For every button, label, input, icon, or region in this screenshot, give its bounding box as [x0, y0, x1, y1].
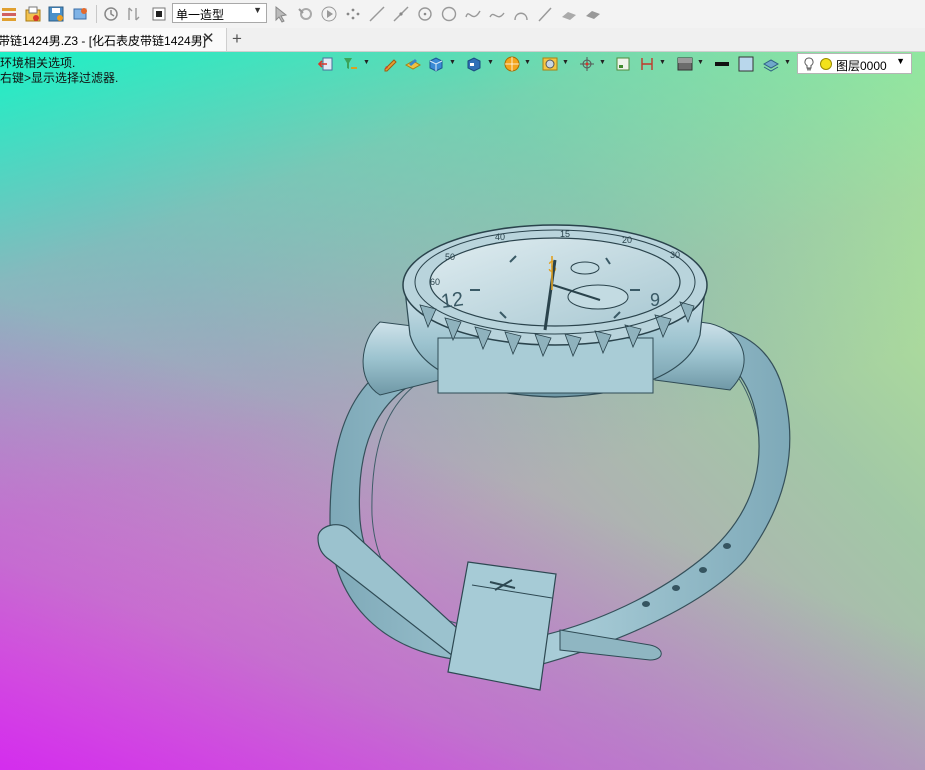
chevron-down-icon[interactable]: ▼: [599, 59, 606, 66]
origin-axis-icon[interactable]: [579, 56, 595, 72]
line-weight-icon[interactable]: [714, 56, 730, 72]
bezel-mark: 20: [622, 235, 632, 245]
chevron-down-icon[interactable]: ▼: [524, 59, 531, 66]
watch-dial: [429, 237, 681, 327]
lightbulb-icon[interactable]: [803, 57, 815, 72]
chevron-down-icon: ▼: [896, 56, 905, 66]
watch-3d-model[interactable]: 12 9 3 15 20 30 40 50 60: [0, 0, 925, 770]
dial-numeral-9: 9: [650, 290, 660, 310]
chevron-down-icon[interactable]: ▼: [784, 59, 791, 66]
dial-numeral-12: 12: [440, 288, 465, 313]
cube-icon[interactable]: [428, 56, 444, 72]
layer-color-icon[interactable]: [820, 58, 832, 70]
view-cube-icon[interactable]: [466, 56, 482, 72]
chevron-down-icon[interactable]: ▼: [487, 59, 494, 66]
bezel-mark: 40: [495, 232, 505, 242]
filter-icon[interactable]: [342, 56, 358, 72]
strap-keeper: [447, 561, 557, 691]
chevron-down-icon[interactable]: ▼: [449, 59, 456, 66]
dimension-icon[interactable]: [639, 56, 655, 72]
chevron-down-icon[interactable]: ▼: [697, 59, 704, 66]
background-icon[interactable]: [677, 56, 693, 72]
bezel-mark: 50: [445, 252, 455, 262]
chevron-down-icon[interactable]: ▼: [562, 59, 569, 66]
bezel-mark: 60: [430, 277, 440, 287]
chevron-down-icon[interactable]: ▼: [363, 59, 370, 66]
color-swatch-icon[interactable]: [738, 56, 754, 72]
viewport-hint: 环境相关选项. 右键>显示选择过滤器.: [0, 56, 118, 86]
exit-icon[interactable]: [318, 56, 334, 72]
hint-line-1: 环境相关选项.: [0, 56, 76, 70]
display-style-icon[interactable]: [542, 56, 558, 72]
pencil-icon[interactable]: [382, 56, 398, 72]
bezel-mark: 15: [560, 229, 570, 239]
layer-value: 图层0000: [836, 59, 887, 73]
chevron-down-icon[interactable]: ▼: [659, 59, 666, 66]
bezel-mark: 30: [670, 250, 680, 260]
section-view-icon[interactable]: [615, 56, 631, 72]
sketch-plane-icon[interactable]: [405, 56, 421, 72]
render-mode-icon[interactable]: [504, 56, 520, 72]
layers-icon[interactable]: [763, 56, 779, 72]
subdial-small: [570, 261, 600, 275]
hint-line-2: 右键>显示选择过滤器.: [0, 71, 119, 85]
layer-select[interactable]: 图层0000 ▼: [797, 53, 912, 74]
subdial: [567, 284, 629, 310]
